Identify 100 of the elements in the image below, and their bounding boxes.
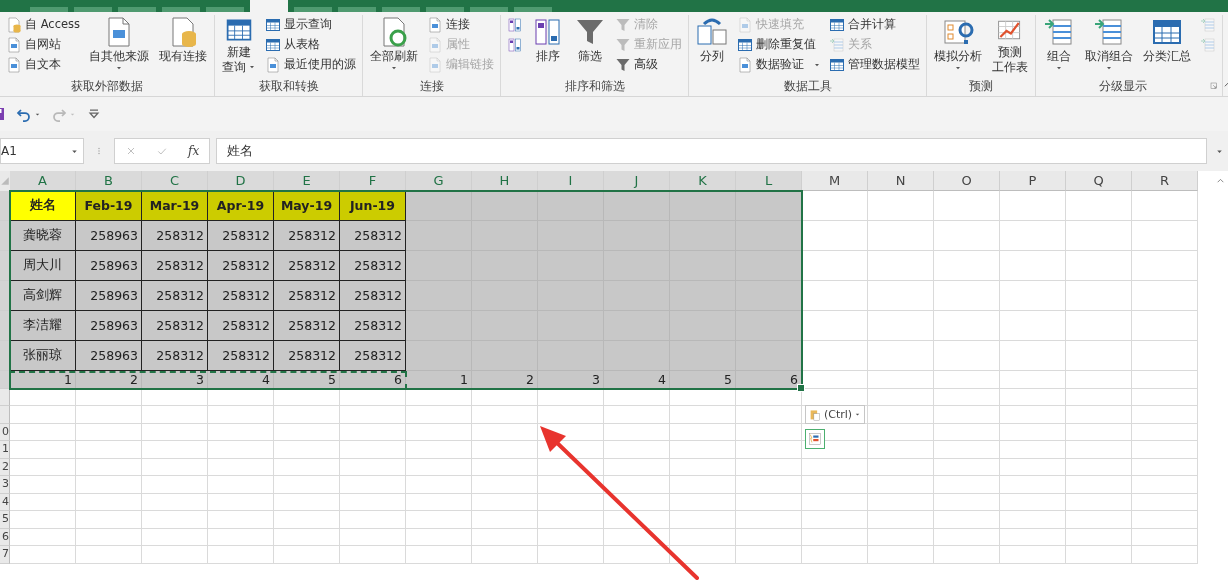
column-header[interactable]: L — [736, 171, 802, 191]
ribbon-tab[interactable] — [250, 0, 288, 12]
ribbon-button[interactable]: 取消组合 — [1082, 15, 1137, 73]
column-header[interactable]: O — [934, 171, 1000, 191]
column-header[interactable]: J — [604, 171, 670, 191]
ribbon-button[interactable]: 合并计算 — [827, 15, 923, 34]
ribbon-button[interactable]: 分类汇总 — [1140, 15, 1195, 64]
column-header[interactable]: Q — [1066, 171, 1132, 191]
table-cell — [604, 388, 670, 406]
quick-analysis-button[interactable] — [805, 429, 825, 449]
table-cell — [274, 458, 340, 476]
ribbon-button[interactable]: 数据验证 — [735, 55, 824, 74]
row-header[interactable]: 1 — [0, 441, 10, 459]
ribbon-button[interactable]: 自文本 — [4, 55, 83, 74]
table-cell — [670, 388, 736, 406]
ribbon-tab[interactable] — [74, 7, 112, 12]
insert-function-button[interactable]: fx — [188, 144, 200, 158]
table-cell — [802, 546, 868, 564]
table-cell — [934, 546, 1000, 564]
ribbon-button[interactable]: 新建 查询 — [219, 15, 260, 75]
row-header[interactable]: 5 — [0, 511, 10, 529]
ribbon-button[interactable]: 自网站 — [4, 35, 83, 54]
row-header[interactable]: 0 — [0, 423, 10, 441]
ribbon-button[interactable]: 筛选 — [571, 15, 610, 64]
scroll-up-icon[interactable] — [1216, 176, 1225, 185]
column-header[interactable]: P — [1000, 171, 1066, 191]
row-header[interactable] — [0, 311, 10, 341]
table-cell — [868, 221, 934, 251]
table-cell — [10, 458, 76, 476]
ribbon-button[interactable]: 模拟分析 — [931, 15, 986, 73]
dialog-launcher-icon[interactable] — [1210, 82, 1219, 90]
row-header[interactable]: 6 — [0, 528, 10, 546]
column-header[interactable]: H — [472, 171, 538, 191]
table-cell — [934, 458, 1000, 476]
ribbon-button[interactable]: 全部刷新 — [367, 15, 422, 73]
table-cell — [934, 423, 1000, 441]
ribbon-button[interactable]: 连接 — [425, 15, 497, 34]
column-header[interactable]: R — [1132, 171, 1198, 191]
ribbon-button[interactable]: 显示查询 — [263, 15, 359, 34]
row-header[interactable]: 7 — [0, 546, 10, 564]
table-cell — [472, 441, 538, 459]
ribbon-button[interactable]: 从表格 — [263, 35, 359, 54]
ribbon-button[interactable]: 组合 — [1040, 15, 1079, 73]
row-header[interactable] — [0, 251, 10, 281]
document-icon — [737, 56, 754, 73]
table-cell — [736, 528, 802, 546]
ribbon-tab[interactable] — [206, 7, 244, 12]
name-box[interactable]: A1 — [0, 138, 84, 164]
fill-handle[interactable] — [797, 383, 805, 392]
ribbon-button[interactable]: 预测 工作表 — [989, 15, 1032, 75]
formula-field[interactable]: 姓名 — [216, 138, 1207, 164]
table-cell — [142, 528, 208, 546]
document-icon — [427, 36, 444, 53]
ribbon-tab[interactable] — [382, 7, 420, 12]
table-cell — [142, 511, 208, 529]
column-header[interactable]: M — [802, 171, 868, 191]
ribbon-tab[interactable] — [162, 7, 200, 12]
column-header[interactable]: K — [670, 171, 736, 191]
ribbon-tab[interactable] — [426, 7, 464, 12]
row-header[interactable] — [0, 341, 10, 371]
undo-icon[interactable] — [16, 106, 32, 122]
ribbon-button[interactable]: 管理数据模型 — [827, 55, 923, 74]
ribbon-tab[interactable] — [30, 7, 68, 12]
table-cell — [274, 528, 340, 546]
table-icon — [265, 36, 282, 53]
ribbon-button[interactable]: 自 Access — [4, 15, 83, 34]
table-cell: 258312 — [207, 220, 274, 251]
ribbon-tab[interactable] — [294, 7, 332, 12]
ribbon-button[interactable]: 高级 — [613, 55, 685, 74]
table-cell: 258312 — [273, 250, 340, 281]
ribbon-button[interactable]: 现有连接 — [156, 15, 211, 64]
ribbon-tab[interactable] — [338, 7, 376, 12]
row-header[interactable]: 2 — [0, 458, 10, 476]
ribbon-tab[interactable] — [118, 7, 156, 12]
row-header[interactable] — [0, 371, 10, 389]
ribbon-button[interactable]: 自其他来源 — [86, 15, 153, 73]
table-cell — [208, 406, 274, 424]
column-header[interactable]: F — [340, 171, 406, 191]
paste-options-button[interactable]: (Ctrl) — [805, 405, 866, 424]
table-cell — [604, 546, 670, 564]
ribbon-button[interactable]: 排序 — [529, 15, 568, 64]
column-header[interactable]: E — [274, 171, 340, 191]
ribbon-button[interactable]: 删除重复值 — [735, 35, 824, 54]
column-header[interactable]: D — [208, 171, 274, 191]
column-header[interactable]: G — [406, 171, 472, 191]
row-header[interactable] — [0, 221, 10, 251]
column-header[interactable]: A — [10, 171, 76, 191]
row-header[interactable]: 3 — [0, 476, 10, 494]
table-cell: 4 — [208, 371, 274, 389]
row-header[interactable] — [0, 191, 10, 221]
row-header[interactable]: 4 — [0, 493, 10, 511]
column-header[interactable]: B — [76, 171, 142, 191]
ribbon-button[interactable]: 分列 — [693, 15, 732, 64]
column-header[interactable]: I — [538, 171, 604, 191]
quick-analysis-icon — [808, 432, 822, 446]
column-header[interactable]: N — [868, 171, 934, 191]
row-header[interactable] — [0, 281, 10, 311]
table-cell: 258963 — [75, 280, 142, 311]
column-header[interactable]: C — [142, 171, 208, 191]
ribbon-button[interactable]: 最近使用的源 — [263, 55, 359, 74]
